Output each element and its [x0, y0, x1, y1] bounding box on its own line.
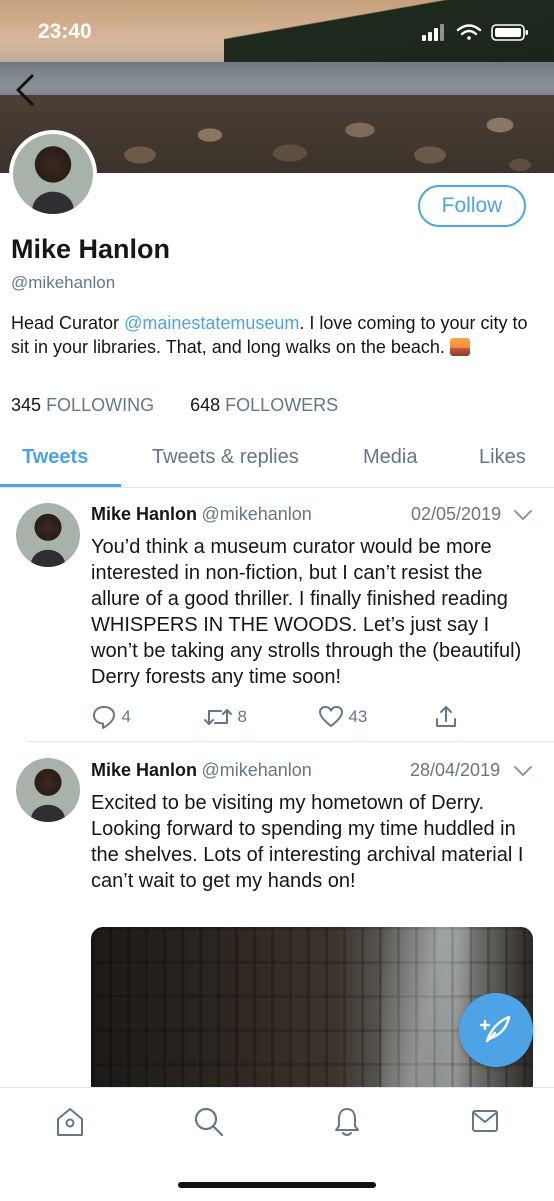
retweet-action[interactable]: 8 — [203, 704, 247, 730]
tweet-divider — [27, 741, 554, 742]
bio-mention-link[interactable]: @mainestatemuseum — [124, 313, 299, 333]
tweet-text: Excited to be visiting my hometown of De… — [91, 792, 524, 892]
tweet-date: 28/04/2019 — [410, 760, 501, 780]
tweet-avatar-photo — [16, 758, 80, 822]
profile-stats: 345 FOLLOWING 648 FOLLOWERS — [11, 395, 338, 416]
followers-label: FOLLOWERS — [225, 395, 339, 415]
tweet-text: You’d think a museum curator would be mo… — [91, 536, 522, 688]
wifi-icon — [456, 24, 482, 40]
following-count: 345 — [11, 395, 42, 415]
bell-icon[interactable] — [333, 1106, 361, 1138]
share-icon[interactable] — [433, 704, 459, 730]
reply-action[interactable]: 4 — [91, 704, 131, 730]
tweet-avatar[interactable] — [16, 758, 80, 822]
tweet-avatar[interactable] — [16, 503, 80, 567]
heart-icon — [319, 706, 343, 727]
signal-icon — [422, 24, 444, 41]
mail-icon[interactable] — [471, 1108, 499, 1134]
follow-button[interactable]: Follow — [418, 185, 526, 227]
tweet-date: 02/05/2019 — [411, 504, 502, 524]
tweet-menu-chevron-icon[interactable] — [513, 764, 533, 778]
tweet-author-handle[interactable]: @mikehanlon — [201, 504, 311, 524]
home-icon[interactable] — [55, 1106, 85, 1138]
tweet-author-name[interactable]: Mike Hanlon — [91, 760, 197, 780]
status-time: 23:40 — [38, 20, 92, 43]
reply-count: 4 — [121, 707, 131, 726]
active-tab-indicator — [0, 484, 121, 487]
tweet-menu-chevron-icon[interactable] — [513, 508, 533, 522]
followers-stat[interactable]: 648 FOLLOWERS — [190, 395, 338, 415]
status-icons — [422, 24, 528, 41]
profile-name: Mike Hanlon — [11, 234, 171, 264]
reply-icon — [93, 706, 115, 729]
back-chevron-icon[interactable] — [12, 72, 42, 108]
compose-tweet-icon — [479, 1015, 511, 1043]
like-count: 43 — [348, 707, 368, 726]
window-light — [381, 927, 471, 1097]
bio-text-prefix: Head Curator — [11, 313, 125, 333]
tweet-avatar-photo — [16, 503, 80, 567]
tweet-actions: 4 8 43 — [91, 704, 536, 730]
sunset-emoji-icon — [449, 338, 470, 356]
compose-tweet-button[interactable] — [459, 993, 533, 1067]
profile-bio: Head Curator @mainestatemuseum. I love c… — [11, 311, 546, 359]
battery-icon — [491, 24, 528, 41]
retweet-count: 8 — [237, 707, 247, 726]
profile-avatar[interactable] — [9, 130, 97, 218]
following-label: FOLLOWING — [46, 395, 155, 415]
tab-tweets-and-replies[interactable]: Tweets & replies — [152, 446, 299, 469]
avatar-photo — [13, 134, 93, 214]
tweet-author-name[interactable]: Mike Hanlon — [91, 504, 197, 524]
followers-count: 648 — [190, 395, 221, 415]
like-action[interactable]: 43 — [318, 704, 367, 730]
tab-tweets[interactable]: Tweets — [22, 446, 88, 469]
tab-media[interactable]: Media — [363, 446, 417, 469]
profile-tabs: Tweets Tweets & replies Media Likes — [0, 432, 554, 488]
search-icon[interactable] — [193, 1106, 225, 1138]
tweet-author-handle[interactable]: @mikehanlon — [201, 760, 311, 780]
tweet-header: Mike Hanlon @mikehanlon — [91, 760, 312, 781]
retweet-icon — [204, 709, 232, 725]
home-indicator — [178, 1182, 376, 1188]
tab-likes[interactable]: Likes — [479, 446, 526, 469]
profile-handle: @mikehanlon — [11, 273, 116, 292]
following-stat[interactable]: 345 FOLLOWING — [11, 395, 154, 415]
tweet-header: Mike Hanlon @mikehanlon — [91, 504, 312, 525]
